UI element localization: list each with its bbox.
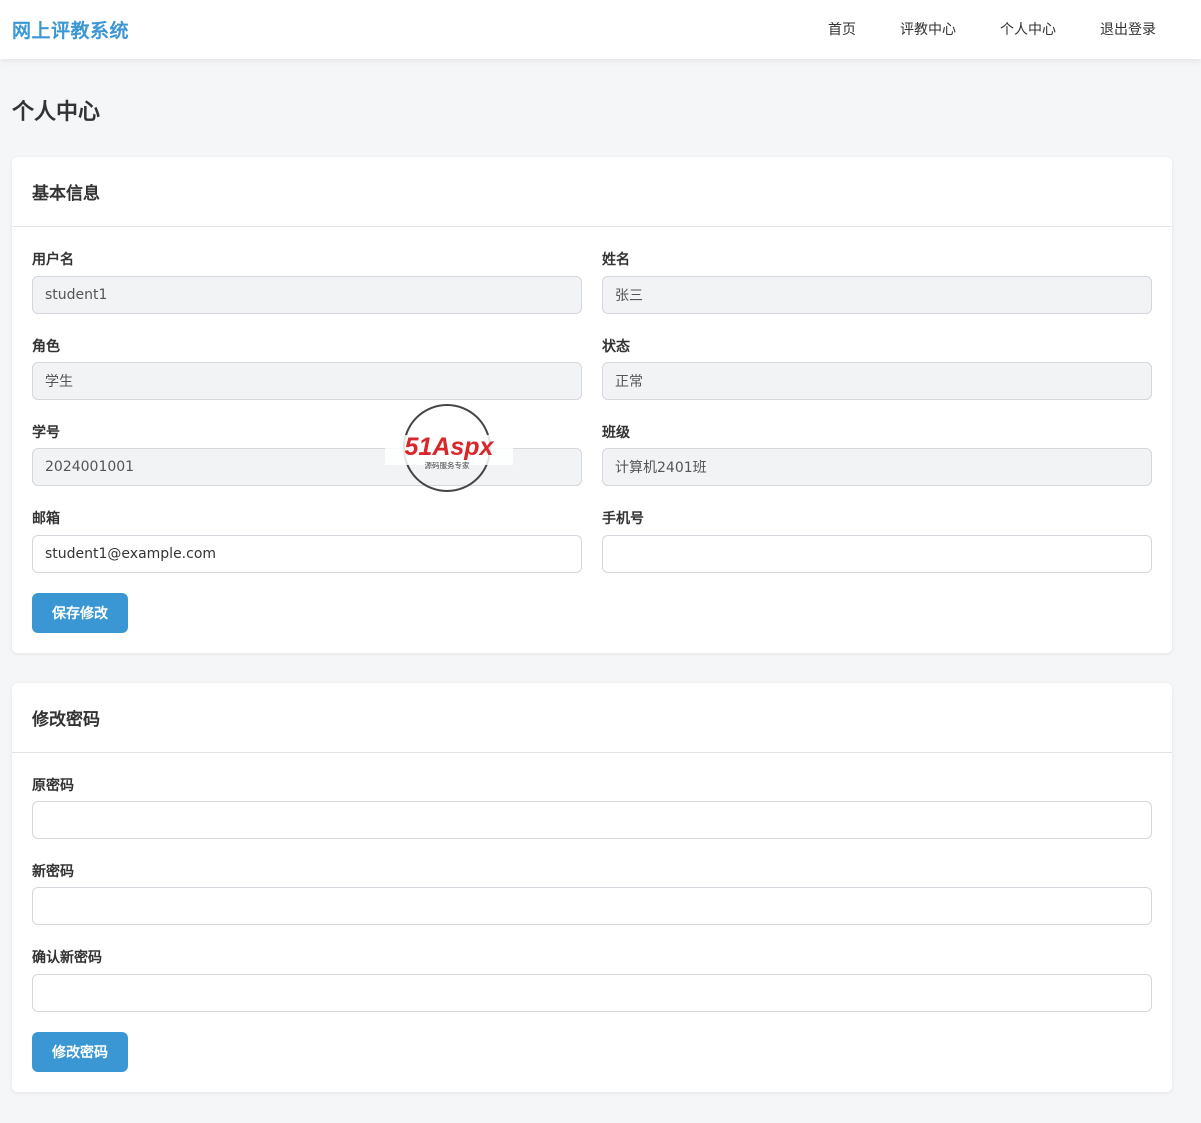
- nav-item-profile[interactable]: 个人中心: [1000, 19, 1056, 39]
- app-brand[interactable]: 网上评教系统: [12, 16, 129, 43]
- phone-label: 手机号: [602, 511, 644, 527]
- student-id-field[interactable]: [32, 448, 582, 486]
- new-password-field[interactable]: [32, 887, 1152, 925]
- phone-field[interactable]: [602, 535, 1152, 573]
- role-field[interactable]: [32, 362, 582, 400]
- name-field[interactable]: [602, 276, 1152, 314]
- old-password-field[interactable]: [32, 801, 1152, 839]
- basic-info-title: 基本信息: [12, 157, 1172, 227]
- username-field[interactable]: [32, 276, 582, 314]
- change-password-button[interactable]: 修改密码: [32, 1032, 128, 1072]
- class-field[interactable]: [602, 448, 1152, 486]
- basic-info-card: 基本信息 用户名 姓名 角色 状态 学号 班级 邮箱 手机号 保存修改: [12, 157, 1172, 653]
- email-field[interactable]: [32, 535, 582, 573]
- status-field[interactable]: [602, 362, 1152, 400]
- email-label: 邮箱: [32, 511, 60, 527]
- status-label: 状态: [602, 339, 630, 355]
- page-title: 个人中心: [12, 100, 101, 125]
- save-button[interactable]: 保存修改: [32, 593, 128, 633]
- nav-item-logout[interactable]: 退出登录: [1100, 19, 1156, 39]
- nav-item-home[interactable]: 首页: [828, 19, 856, 39]
- nav-item-evaluation[interactable]: 评教中心: [900, 19, 956, 39]
- change-password-title: 修改密码: [12, 683, 1172, 753]
- top-navbar: 网上评教系统 首页 评教中心 个人中心 退出登录: [0, 0, 1201, 59]
- username-label: 用户名: [32, 252, 74, 268]
- old-password-label: 原密码: [32, 778, 74, 794]
- class-label: 班级: [602, 425, 630, 441]
- student-id-label: 学号: [32, 425, 60, 441]
- change-password-card: 修改密码 原密码 新密码 确认新密码 修改密码: [12, 683, 1172, 1092]
- new-password-label: 新密码: [32, 864, 74, 880]
- name-label: 姓名: [602, 252, 630, 268]
- role-label: 角色: [32, 339, 60, 355]
- confirm-password-label: 确认新密码: [32, 950, 102, 966]
- confirm-password-field[interactable]: [32, 974, 1152, 1012]
